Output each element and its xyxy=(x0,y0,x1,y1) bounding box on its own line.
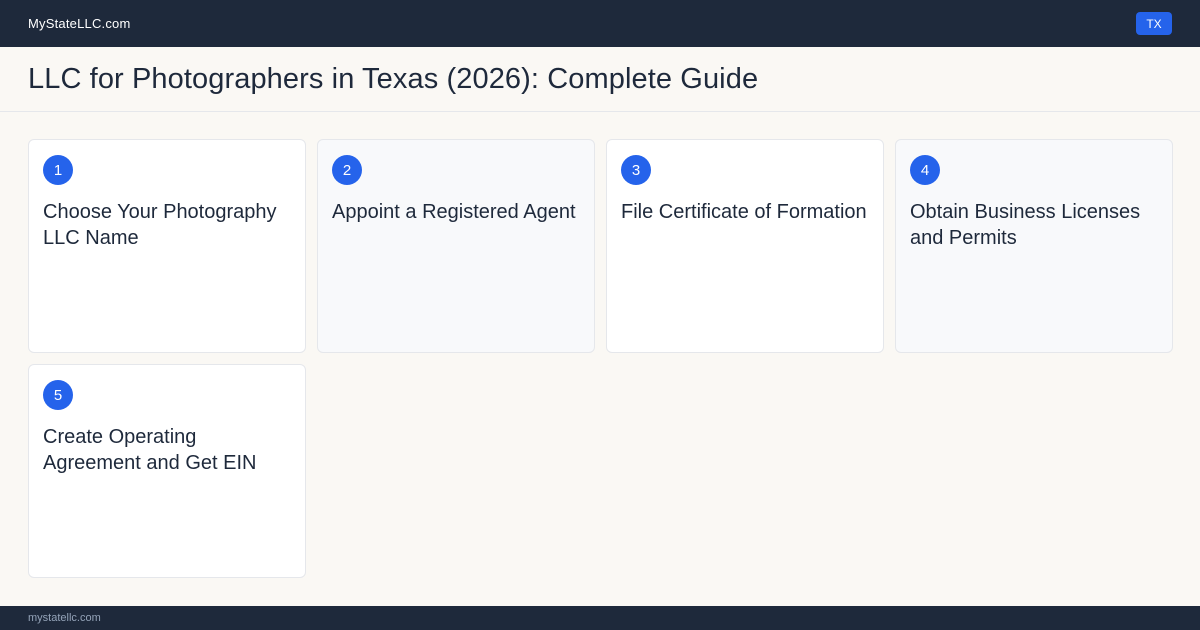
step-number-badge: 1 xyxy=(43,155,73,185)
brand-logo-link[interactable]: MyStateLLC.com xyxy=(28,16,131,31)
step-number-badge: 4 xyxy=(910,155,940,185)
step-title: Create Operating Agreement and Get EIN xyxy=(43,426,257,474)
page-header: LLC for Photographers in Texas (2026): C… xyxy=(0,47,1200,112)
step-title: Appoint a Registered Agent xyxy=(332,201,576,223)
step-title: File Certificate of Formation xyxy=(621,201,867,223)
page-title: LLC for Photographers in Texas (2026): C… xyxy=(28,62,759,95)
step-card-1[interactable]: 1 Choose Your Photography LLC Name xyxy=(28,139,306,353)
step-card-5[interactable]: 5 Create Operating Agreement and Get EIN xyxy=(28,364,306,578)
steps-grid: 1 Choose Your Photography LLC Name 2 App… xyxy=(28,139,1173,578)
top-nav-bar: MyStateLLC.com TX xyxy=(0,0,1200,47)
footer-bar: mystatellc.com xyxy=(0,606,1200,630)
state-badge[interactable]: TX xyxy=(1136,12,1172,35)
step-card-3[interactable]: 3 File Certificate of Formation xyxy=(606,139,884,353)
step-title: Obtain Business Licenses and Permits xyxy=(910,201,1141,249)
step-title: Choose Your Photography LLC Name xyxy=(43,201,277,249)
step-number-badge: 2 xyxy=(332,155,362,185)
step-card-4[interactable]: 4 Obtain Business Licenses and Permits xyxy=(895,139,1173,353)
footer-url: mystatellc.com xyxy=(28,612,101,624)
step-card-2[interactable]: 2 Appoint a Registered Agent xyxy=(317,139,595,353)
step-number-badge: 3 xyxy=(621,155,651,185)
step-number-badge: 5 xyxy=(43,380,73,410)
